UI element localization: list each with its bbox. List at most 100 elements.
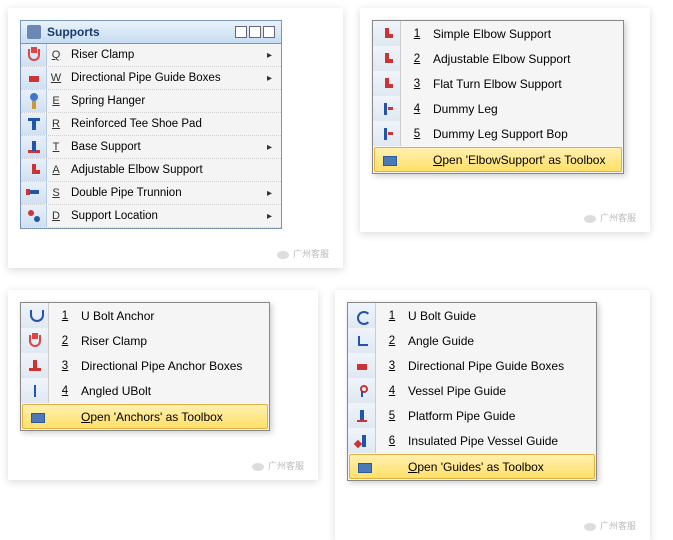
view-details-icon[interactable] [263,26,275,38]
guides-submenu: 1U Bolt Guide2Angle Guide3Directional Pi… [347,302,597,481]
submenu-item[interactable]: 1U Bolt Guide [348,303,596,328]
elbow-support-submenu: 1Simple Elbow Support2Adjustable Elbow S… [372,20,624,174]
folder-icon [350,455,378,478]
wm-icon [252,463,264,471]
view-list-icon[interactable] [249,26,261,38]
toolbox-label: Open 'ElbowSupport' as Toolbox [403,153,621,167]
submenu-item[interactable]: 5Dummy Leg Support Bop [373,121,623,146]
submenu-item[interactable]: 2Angle Guide [348,328,596,353]
submenu-item[interactable]: 1Simple Elbow Support [373,21,623,46]
anchor-icon [21,353,49,378]
view-mode-icons[interactable] [235,26,275,38]
menu-label: Spring Hanger [65,95,267,107]
submenu-arrow-icon: ▸ [267,188,281,199]
supports-icon [27,25,41,39]
shortcut-number: 1 [407,28,427,40]
menu-label: Riser Clamp [65,49,267,61]
menu-item-w[interactable]: WDirectional Pipe Guide Boxes▸ [21,67,281,90]
clamp-icon [21,328,49,353]
menu-item-t[interactable]: TBase Support▸ [21,136,281,159]
watermark: 广州客服 [277,247,329,260]
open-as-toolbox[interactable]: Open 'Guides' as Toolbox [349,454,595,479]
shortcut-number: 1 [382,310,402,322]
elbow-icon [373,21,401,46]
shortcut-number: 3 [55,360,75,372]
wm-icon [584,215,596,223]
folder-icon [375,148,403,171]
submenu-label: Riser Clamp [75,334,269,348]
shortcut-number: 2 [382,335,402,347]
box-icon [348,353,376,378]
shortcut-number: 3 [382,360,402,372]
open-as-toolbox[interactable]: Open 'ElbowSupport' as Toolbox [374,147,622,172]
menu-item-d[interactable]: DSupport Location▸ [21,205,281,228]
anchors-submenu: 1U Bolt Anchor2Riser Clamp3Directional P… [20,302,270,431]
submenu-label: Directional Pipe Anchor Boxes [75,359,269,373]
panel-header: Supports [21,21,281,44]
submenu-arrow-icon: ▸ [267,73,281,84]
menu-item-r[interactable]: RReinforced Tee Shoe Pad [21,113,281,136]
ubolt-icon [21,303,49,328]
submenu-item[interactable]: 3Flat Turn Elbow Support [373,71,623,96]
submenu-arrow-icon: ▸ [267,211,281,222]
insul-icon [348,428,376,453]
submenu-item[interactable]: 2Riser Clamp [21,328,269,353]
wm-icon [277,251,289,259]
submenu-label: U Bolt Guide [402,309,596,323]
box-icon [21,67,47,89]
shortcut-number: 5 [407,128,427,140]
menu-item-e[interactable]: ESpring Hanger [21,90,281,113]
watermark: 广州客服 [584,211,636,224]
submenu-label: Dummy Leg [427,102,623,116]
menu-item-q[interactable]: QRiser Clamp▸ [21,44,281,67]
elbow-icon [373,46,401,71]
menu-item-a[interactable]: AAdjustable Elbow Support [21,159,281,182]
supports-panel: Supports QRiser Clamp▸WDirectional Pipe … [20,20,282,229]
submenu-item[interactable]: 4Angled UBolt [21,378,269,403]
submenu-label: Dummy Leg Support Bop [427,127,623,141]
submenu-label: Vessel Pipe Guide [402,384,596,398]
submenu-item[interactable]: 4Dummy Leg [373,96,623,121]
guide-icon [348,303,376,328]
submenu-label: Insulated Pipe Vessel Guide [402,434,596,448]
elbow-icon [21,159,47,181]
panel-title: Supports [47,25,235,39]
submenu-label: U Bolt Anchor [75,309,269,323]
view-large-icon[interactable] [235,26,247,38]
shortcut-key: T [47,141,65,153]
tee-icon [21,113,47,135]
open-as-toolbox[interactable]: Open 'Anchors' as Toolbox [22,404,268,429]
shortcut-key: E [47,95,65,107]
menu-label: Adjustable Elbow Support [65,164,267,176]
submenu-label: Adjustable Elbow Support [427,52,623,66]
submenu-item[interactable]: 1U Bolt Anchor [21,303,269,328]
dummy-icon [373,121,401,146]
shortcut-number: 4 [382,385,402,397]
submenu-item[interactable]: 4Vessel Pipe Guide [348,378,596,403]
shortcut-number: 4 [407,103,427,115]
folder-icon [23,405,51,428]
pin-icon [21,205,47,227]
shortcut-number: 5 [382,410,402,422]
submenu-label: Angled UBolt [75,384,269,398]
submenu-label: Platform Pipe Guide [402,409,596,423]
trunn-icon [21,182,47,204]
wm-icon [584,523,596,531]
base-icon [21,136,47,158]
submenu-item[interactable]: 2Adjustable Elbow Support [373,46,623,71]
submenu-item[interactable]: 6Insulated Pipe Vessel Guide [348,428,596,453]
clamp-icon [21,44,47,66]
menu-label: Reinforced Tee Shoe Pad [65,118,267,130]
angle-icon [348,328,376,353]
submenu-item[interactable]: 3Directional Pipe Anchor Boxes [21,353,269,378]
dummy-icon [373,96,401,121]
watermark: 广州客服 [584,519,636,532]
menu-item-s[interactable]: SDouble Pipe Trunnion▸ [21,182,281,205]
submenu-item[interactable]: 5Platform Pipe Guide [348,403,596,428]
menu-label: Double Pipe Trunnion [65,187,267,199]
submenu-item[interactable]: 3Directional Pipe Guide Boxes [348,353,596,378]
shortcut-key: Q [47,49,65,61]
submenu-arrow-icon: ▸ [267,142,281,153]
shortcut-number: 2 [55,335,75,347]
menu-label: Base Support [65,141,267,153]
